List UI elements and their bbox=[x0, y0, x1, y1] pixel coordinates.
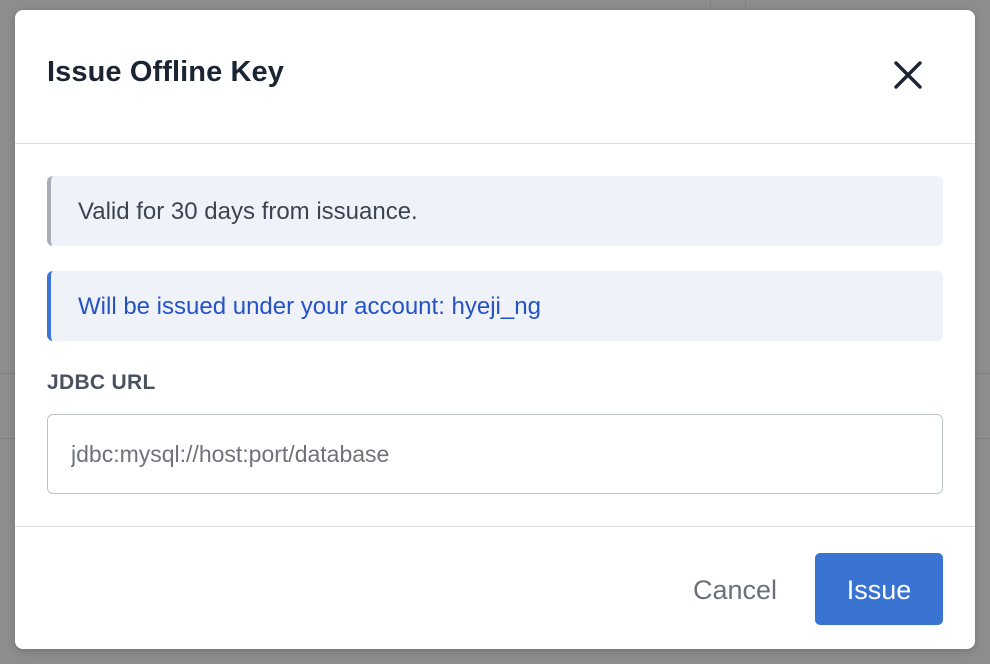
dialog-title: Issue Offline Key bbox=[47, 56, 284, 88]
cancel-button[interactable]: Cancel bbox=[675, 553, 795, 625]
background-divider bbox=[975, 373, 990, 374]
background-divider bbox=[745, 0, 746, 10]
account-callout: Will be issued under your account: hyeji… bbox=[47, 271, 943, 341]
jdbc-url-input[interactable] bbox=[47, 414, 943, 494]
validity-text: Valid for 30 days from issuance. bbox=[78, 198, 418, 225]
background-divider bbox=[975, 438, 990, 439]
close-icon bbox=[894, 61, 922, 89]
jdbc-url-label: JDBC URL bbox=[47, 371, 156, 394]
background-divider bbox=[710, 0, 711, 10]
close-button[interactable] bbox=[887, 54, 929, 96]
background-divider bbox=[0, 438, 15, 439]
dialog-header: Issue Offline Key bbox=[15, 10, 975, 144]
issue-offline-key-dialog: Issue Offline Key Valid for 30 days from… bbox=[15, 10, 975, 649]
issue-button[interactable]: Issue bbox=[815, 553, 943, 625]
dialog-body: Valid for 30 days from issuance. Will be… bbox=[15, 144, 975, 526]
account-text: Will be issued under your account: hyeji… bbox=[78, 293, 541, 320]
validity-callout: Valid for 30 days from issuance. bbox=[47, 176, 943, 246]
background-divider bbox=[0, 373, 15, 374]
dialog-footer: Cancel Issue bbox=[15, 526, 975, 649]
